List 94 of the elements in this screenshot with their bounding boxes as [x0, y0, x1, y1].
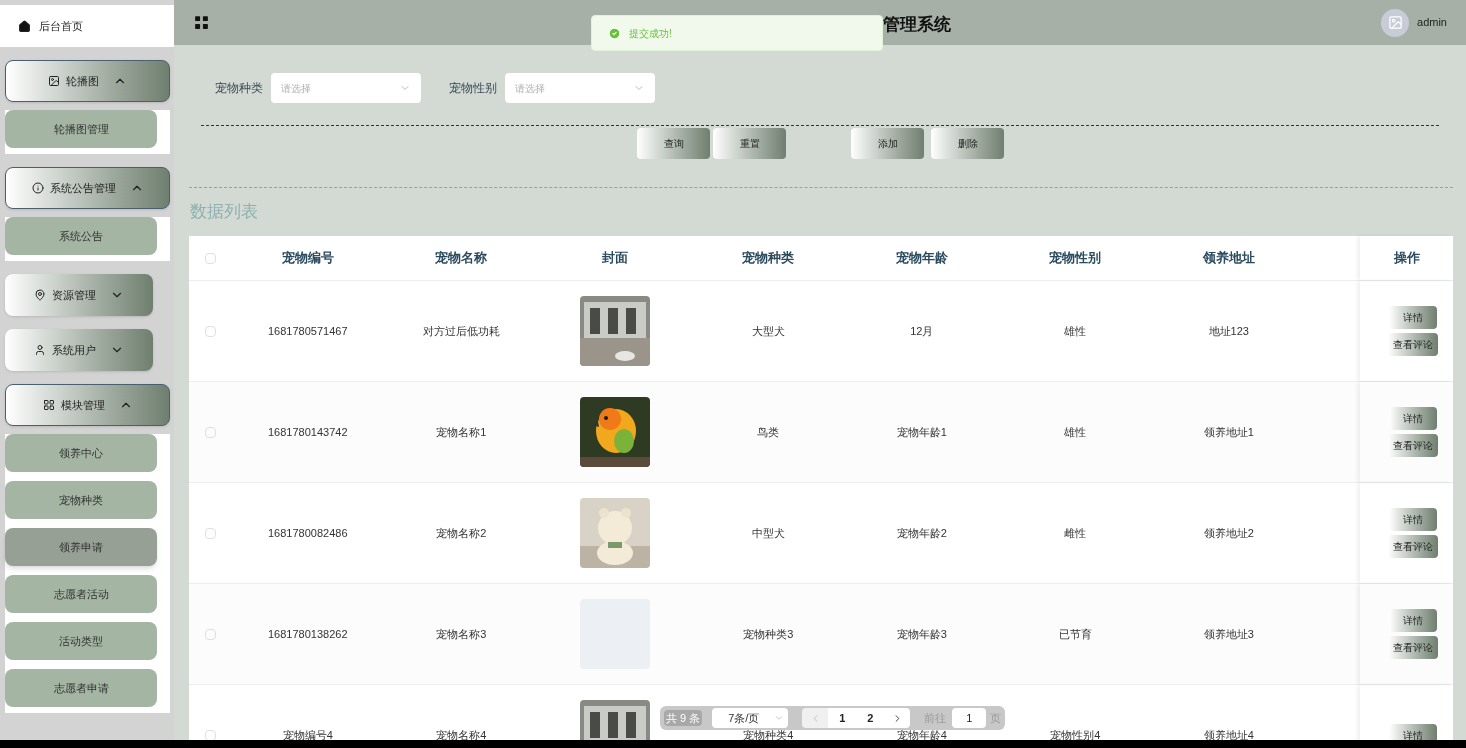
- row-action-button[interactable]: 查看评论: [1387, 535, 1438, 558]
- total-count: 共 9 条: [664, 709, 703, 727]
- pin-icon: [34, 289, 46, 301]
- table-cell-text: 宠物种类3: [743, 626, 794, 642]
- submenu-item[interactable]: 宠物种类: [5, 481, 157, 519]
- table-cell-text: 宠物名称3: [436, 626, 487, 642]
- menu-group[interactable]: 系统用户: [5, 329, 153, 371]
- column-header: 领养地址: [1201, 249, 1256, 268]
- table-cell-text: 地址123: [1208, 323, 1249, 339]
- checkbox[interactable]: [204, 628, 216, 640]
- table-cell-text: 宠物名称4: [436, 727, 487, 740]
- sidebar-item[interactable]: 后台首页: [0, 5, 174, 47]
- menu-group[interactable]: 轮播图: [5, 60, 170, 102]
- action-button[interactable]: 查询: [637, 128, 710, 159]
- row-action-button[interactable]: 查看评论: [1387, 434, 1438, 457]
- table-cell-text: 宠物名称2: [436, 525, 487, 541]
- table-cell-text: 领养地址2: [1203, 525, 1254, 541]
- filter-label: 宠物性别: [449, 80, 497, 97]
- checkbox[interactable]: [204, 325, 216, 337]
- home-icon: [18, 19, 31, 33]
- table-cell-text: 宠物名称1: [436, 424, 487, 440]
- submenu-item[interactable]: 系统公告: [5, 217, 157, 255]
- table-cell-text: 1681780138262: [268, 626, 348, 642]
- table-cell-text: 宠物编号4: [282, 727, 333, 740]
- table-cell-text: 雌性: [1064, 525, 1087, 541]
- column-header: 宠物种类: [741, 249, 796, 268]
- table-cell-text: 1681780082486: [268, 525, 348, 541]
- window-title: 管理系统: [883, 14, 951, 36]
- table-cell-text: 领养地址4: [1203, 727, 1254, 740]
- table-cell-text: 1681780571467: [268, 323, 348, 339]
- page-button[interactable]: 1: [828, 708, 857, 728]
- submenu-item[interactable]: 轮播图管理: [5, 110, 157, 148]
- table-cell-text: 宠物年龄4: [896, 727, 947, 740]
- image-icon: [48, 75, 60, 87]
- column-header: 操作: [1360, 236, 1453, 280]
- column-header: 宠物性别: [1048, 249, 1103, 268]
- row-action-button[interactable]: 查看评论: [1387, 636, 1438, 659]
- submenu-item[interactable]: 领养中心: [5, 434, 157, 472]
- table-cell-text: 领养地址3: [1203, 626, 1254, 642]
- table-cell-text: 雄性: [1064, 424, 1087, 440]
- submenu-item[interactable]: 志愿者活动: [5, 575, 157, 613]
- column-header: 宠物名称: [434, 249, 489, 268]
- checkbox[interactable]: [204, 252, 216, 264]
- avatar[interactable]: [1381, 8, 1410, 37]
- section-title: 数据列表: [190, 201, 259, 223]
- page-button[interactable]: 2: [856, 708, 885, 728]
- page-size-select[interactable]: 7条/页: [712, 708, 789, 728]
- checkbox[interactable]: [204, 426, 216, 438]
- table-cell-text: 领养地址1: [1203, 424, 1254, 440]
- table-cell-text: 鸟类: [757, 424, 780, 440]
- menu-group[interactable]: 模块管理: [5, 384, 170, 426]
- menu-group[interactable]: 系统公告管理: [5, 167, 170, 209]
- table-cell-text: 宠物种类4: [743, 727, 794, 740]
- submenu-item[interactable]: 领养申请: [5, 528, 157, 566]
- username: admin: [1417, 15, 1447, 31]
- action-button[interactable]: 重置: [713, 128, 786, 159]
- chevron-icon: [774, 713, 785, 723]
- table-cell-text: 大型犬: [751, 323, 785, 339]
- row-action-button[interactable]: 详情: [1388, 306, 1437, 329]
- table-cell-text: 宠物年龄1: [896, 424, 947, 440]
- toast-message: 提交成功!: [591, 15, 883, 51]
- checkbox[interactable]: [204, 527, 216, 539]
- checkbox[interactable]: [204, 729, 216, 740]
- menu-icon[interactable]: [193, 14, 210, 31]
- filter-label: 宠物种类: [215, 80, 263, 97]
- menu-group[interactable]: 资源管理: [5, 274, 153, 316]
- column-header: 封面: [600, 249, 629, 268]
- next-page-button[interactable]: [884, 708, 911, 728]
- row-action-button[interactable]: 详情: [1388, 723, 1437, 740]
- submenu-item[interactable]: 志愿者申请: [5, 669, 157, 707]
- action-button[interactable]: 添加: [851, 128, 924, 159]
- table-cell-text: 12月: [910, 323, 934, 339]
- table-cell-text: 中型犬: [751, 525, 785, 541]
- row-action-button[interactable]: 详情: [1388, 508, 1437, 531]
- table-cell-text: 1681780143742: [268, 424, 348, 440]
- info-icon: [31, 182, 44, 194]
- user-icon: [34, 344, 46, 356]
- table-cell-text: 宠物年龄3: [896, 626, 947, 642]
- column-header: 宠物年龄: [894, 249, 949, 268]
- table-cell-text: 雄性: [1064, 323, 1087, 339]
- table-cell-text: 宠物性别4: [1050, 727, 1101, 740]
- image-icon: [1387, 15, 1403, 30]
- success-icon: [608, 26, 621, 40]
- table-cell-text: 已节育: [1058, 626, 1092, 642]
- row-action-button[interactable]: 详情: [1388, 407, 1437, 430]
- page-input[interactable]: 1: [952, 708, 987, 728]
- grid-icon: [42, 399, 55, 411]
- row-action-button[interactable]: 查看评论: [1387, 333, 1438, 356]
- submenu-item[interactable]: 活动类型: [5, 622, 157, 660]
- table-cell-text: 宠物年龄2: [896, 525, 947, 541]
- table-cell-text: 对方过后低功耗: [422, 323, 500, 339]
- row-action-button[interactable]: 详情: [1388, 609, 1437, 632]
- column-header: 宠物编号: [280, 249, 335, 268]
- action-button[interactable]: 删除: [931, 128, 1004, 159]
